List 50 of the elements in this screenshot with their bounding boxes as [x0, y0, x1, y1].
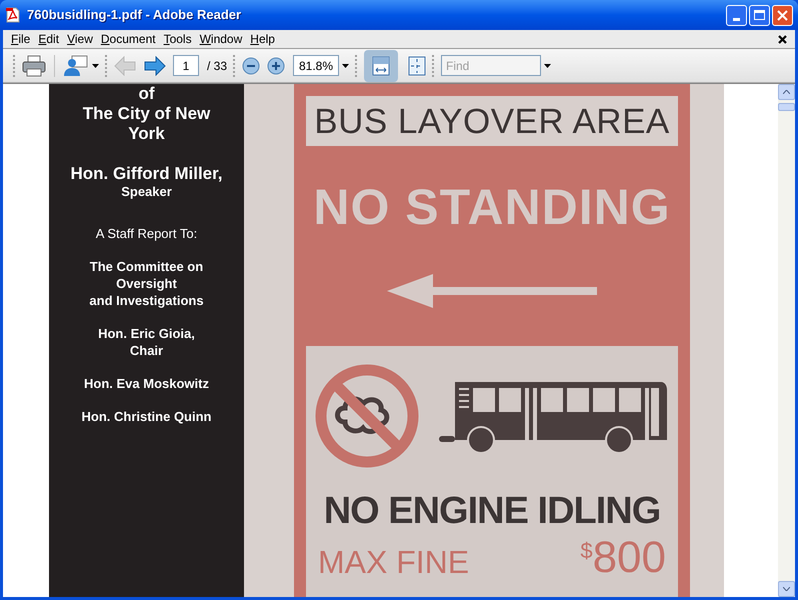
next-page-arrow-icon[interactable] — [144, 56, 166, 76]
cover-text: Hon. Eric Gioia, Chair — [98, 325, 195, 359]
zoom-in-icon[interactable] — [267, 56, 286, 74]
print-icon[interactable] — [22, 54, 46, 76]
fit-width-icon — [372, 56, 390, 76]
menu-item[interactable]: Document — [96, 30, 160, 48]
menu-item[interactable]: Edit — [34, 30, 64, 48]
cover-text: Hon. Eva Moskowitz — [84, 375, 209, 392]
sign-text: NO ENGINE IDLING — [324, 492, 660, 530]
menu-item[interactable]: View — [63, 30, 97, 48]
sign-text: NO STANDING — [313, 182, 671, 232]
sign-text: MAX FINE — [318, 546, 470, 578]
close-icon — [777, 10, 788, 20]
up-caret-icon — [783, 90, 790, 94]
scroll-thumb[interactable] — [778, 103, 795, 111]
scrollbar[interactable] — [778, 84, 795, 597]
cover-text: The Committee on Oversight and Investigations — [89, 258, 204, 309]
minimize-button[interactable] — [726, 4, 747, 26]
scroll-up-button[interactable] — [778, 84, 795, 100]
menu-item[interactable]: File — [7, 30, 34, 48]
window-title: 760busidling-1.pdf - Adobe Reader — [27, 6, 242, 24]
zoom-out-icon[interactable] — [242, 56, 260, 74]
cover-text: Speaker — [121, 184, 172, 200]
scroll-down-button[interactable] — [778, 581, 795, 597]
page-count: / 33 — [207, 58, 228, 74]
fine-amount: 800 — [592, 536, 666, 580]
close-document-icon[interactable] — [778, 34, 787, 44]
fit-page-icon[interactable] — [408, 56, 426, 76]
zoom-field[interactable]: 81.8% — [293, 55, 340, 76]
cover-text: Hon. Gifford Miller, — [70, 164, 223, 184]
fit-width-button[interactable] — [364, 50, 398, 82]
pdf-file-icon — [5, 7, 21, 23]
cover-text: Hon. Christine Quinn — [82, 408, 212, 425]
menu-item[interactable]: Help — [246, 30, 279, 48]
down-caret-icon — [783, 587, 790, 591]
dropdown-caret-icon[interactable] — [544, 64, 552, 68]
dropdown-caret-icon[interactable] — [92, 64, 99, 68]
cover-text: A Staff Report To: — [96, 226, 198, 242]
dropdown-caret-icon[interactable] — [342, 64, 350, 68]
maximize-button[interactable] — [749, 4, 770, 26]
email-person-icon[interactable] — [63, 54, 89, 76]
cover-text: of The City of New York — [82, 84, 210, 144]
sign-heading: BUS LAYOVER AREA — [314, 104, 670, 138]
page-number-field[interactable]: 1 — [173, 55, 199, 76]
menu-item[interactable]: Window — [196, 30, 246, 48]
currency-sign: $ — [580, 540, 593, 562]
close-button[interactable] — [772, 4, 793, 26]
no-smoke-icon — [315, 364, 419, 468]
left-arrow-icon — [387, 274, 597, 308]
menu-item[interactable]: Tools — [160, 30, 196, 48]
